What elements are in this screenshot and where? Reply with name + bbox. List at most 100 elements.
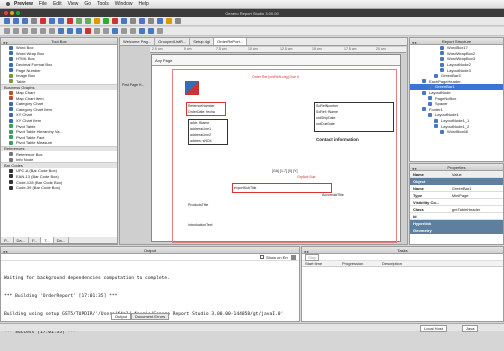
undo-icon[interactable]	[76, 18, 82, 24]
preview-icon[interactable]	[139, 18, 145, 24]
stop-button[interactable]: Stop	[305, 253, 320, 261]
tab-document-errors[interactable]: Document Errors	[131, 313, 170, 320]
snap-icon[interactable]	[157, 28, 163, 34]
menu-edit[interactable]: Edit	[53, 1, 62, 7]
bold-icon[interactable]	[58, 28, 64, 34]
panel-controls-icon[interactable]: ●●	[3, 40, 8, 45]
run-icon[interactable]	[103, 18, 109, 24]
align-left-icon[interactable]	[4, 28, 10, 34]
tab-datasources[interactable]: Da...	[54, 237, 70, 243]
show-on-err-checkbox[interactable]	[259, 255, 264, 259]
settings-icon[interactable]	[130, 18, 136, 24]
property-row[interactable]: Class greTableHeader	[410, 206, 503, 213]
accumulated-title[interactable]: AccumuldTitle	[322, 193, 344, 197]
tab-output[interactable]: Output	[111, 313, 132, 320]
introduction-text[interactable]: introductionText	[188, 223, 213, 227]
reference-box[interactable]: RefernceNumber OrderDate: fecha	[186, 102, 226, 116]
align-bottom-icon[interactable]	[49, 28, 55, 34]
property-row[interactable]: Type MiniPage	[410, 192, 503, 199]
delete-icon[interactable]	[67, 18, 73, 24]
tab-functions[interactable]: F...	[29, 237, 42, 243]
property-value[interactable]: greTableHeader	[452, 207, 480, 212]
tab-groupedlist[interactable]: GroupedListR...	[155, 38, 191, 45]
menu-file[interactable]: File	[39, 1, 47, 7]
zoom-icon[interactable]	[166, 18, 172, 24]
grid-icon[interactable]	[157, 18, 163, 24]
tab-data[interactable]: Da...	[14, 237, 29, 243]
first-page-band[interactable]: Order Ref [ordRefLong] Due # RefernceNum…	[152, 67, 400, 243]
col-description[interactable]: Description	[382, 261, 402, 266]
property-row[interactable]: Visibility Co...	[410, 199, 503, 206]
order-ref-field[interactable]: Order Ref [ordRefLong] Due #	[252, 75, 299, 79]
align-top-icon[interactable]	[31, 28, 37, 34]
help-icon[interactable]	[175, 18, 181, 24]
debug-icon[interactable]	[121, 18, 127, 24]
border-icon[interactable]	[94, 28, 100, 34]
panel-controls-icon[interactable]: ●●	[3, 249, 8, 254]
expand-icon[interactable]	[139, 28, 145, 34]
save-icon[interactable]	[22, 18, 28, 24]
underline-icon[interactable]	[76, 28, 82, 34]
menu-help[interactable]: Help	[139, 1, 149, 7]
shipping-box[interactable]: SoRefNumber SoRef: fName ordShipDate ord…	[314, 102, 394, 132]
apple-icon[interactable]	[6, 2, 10, 6]
col-progression[interactable]: Progression	[342, 261, 382, 266]
align-right-icon[interactable]	[22, 28, 28, 34]
address-box[interactable]: addr: fName addressLine1 addressLine2 ad…	[188, 119, 228, 145]
copy-icon[interactable]	[49, 18, 55, 24]
panel-controls-icon[interactable]: ●●	[304, 249, 309, 254]
structure-node[interactable]: WordBox68	[410, 129, 503, 135]
panel-controls-icon[interactable]: ●●	[412, 166, 417, 171]
collapse-icon[interactable]	[148, 28, 154, 34]
col-start-time[interactable]: Start time	[302, 261, 342, 266]
tab-setup[interactable]: Setup.4gl	[190, 38, 215, 45]
redo-icon[interactable]	[85, 18, 91, 24]
open-file-icon[interactable]	[13, 18, 19, 24]
menu-view[interactable]: View	[68, 1, 79, 7]
any-page-band[interactable]: Any Page	[152, 55, 400, 66]
report-canvas[interactable]: Any Page Order Ref [ordRefLong] Due # Re…	[151, 54, 401, 243]
toolbox-header: ●● Tool Box	[1, 38, 117, 45]
logo-image[interactable]	[185, 81, 199, 95]
menu-go[interactable]: Go	[84, 1, 91, 7]
products-title[interactable]: ProductsTitle	[188, 203, 208, 207]
report-layout-box[interactable]	[172, 69, 397, 243]
property-value[interactable]: GreenBar1	[452, 186, 472, 191]
contact-info-label[interactable]: Contact information	[316, 137, 359, 142]
panel-controls-icon[interactable]: ●●	[412, 40, 417, 45]
new-file-icon[interactable]	[4, 18, 10, 24]
output-console[interactable]: Waiting for background dependencies comp…	[1, 261, 299, 351]
group-icon[interactable]	[121, 28, 127, 34]
property-category-object[interactable]: Object	[410, 178, 503, 185]
ungroup-icon[interactable]	[130, 28, 136, 34]
menu-app[interactable]: Preview	[14, 1, 33, 7]
property-row[interactable]: Name GreenBar1	[410, 185, 503, 192]
layout-icon[interactable]	[103, 28, 109, 34]
group-sub-field[interactable]: GrpNot:Sub	[297, 175, 315, 179]
menu-tools[interactable]: Tools	[97, 1, 109, 7]
build-icon[interactable]	[94, 18, 100, 24]
export-subtitle-box[interactable]: exportSubTitle	[232, 183, 332, 193]
tab-palette[interactable]: P...	[1, 237, 14, 243]
clear-output-icon[interactable]	[291, 254, 296, 260]
save-all-icon[interactable]	[31, 18, 37, 24]
summary-field[interactable]: [GA] [1-7] [X] [Y]	[272, 169, 297, 173]
align-center-icon[interactable]	[13, 28, 19, 34]
align-middle-icon[interactable]	[40, 28, 46, 34]
tab-toolbox[interactable]: T...	[41, 237, 54, 243]
tab-orderreport[interactable]: OrderRePort...	[214, 38, 248, 45]
toolbox-item[interactable]: Code-39 (Bar Code Box)	[1, 185, 117, 191]
color-icon[interactable]	[85, 28, 91, 34]
search-icon[interactable]	[148, 18, 154, 24]
cut-icon[interactable]	[40, 18, 46, 24]
tab-welcome[interactable]: Welcome Pag...	[120, 38, 156, 45]
paste-icon[interactable]	[58, 18, 64, 24]
menu-window[interactable]: Window	[115, 1, 133, 7]
property-category-geometry[interactable]: Geometry	[410, 227, 503, 234]
arrange-icon[interactable]	[112, 28, 118, 34]
property-row[interactable]: Id	[410, 213, 503, 220]
italic-icon[interactable]	[67, 28, 73, 34]
stop-icon[interactable]	[112, 18, 118, 24]
property-value[interactable]: MiniPage	[452, 193, 469, 198]
property-category-hyperlink[interactable]: Hyperlink	[410, 220, 503, 227]
